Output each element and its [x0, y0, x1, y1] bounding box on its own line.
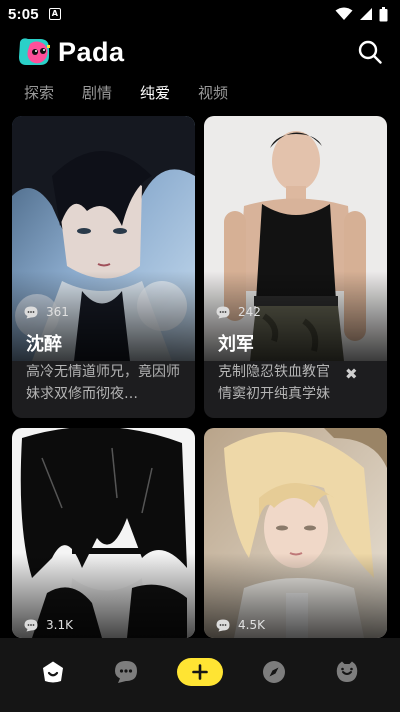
character-card[interactable]: 3.1K [12, 428, 195, 638]
dismiss-icon[interactable]: ✖ [345, 365, 358, 383]
chat-count: 361 [24, 305, 69, 319]
nav-home[interactable] [29, 652, 77, 692]
plus-icon [192, 664, 208, 680]
character-card[interactable]: 242 刘军 克制隐忍铁血教官 情窦初开纯真学妹 ✖ [204, 116, 387, 418]
nav-discover[interactable] [250, 652, 298, 692]
home-icon [42, 661, 63, 683]
status-icons [335, 6, 388, 22]
compass-icon [262, 661, 285, 683]
character-description: 克制隐忍铁血教官 情窦初开纯真学妹 [218, 364, 330, 402]
profile-icon [336, 661, 358, 682]
app-logo: Pada [16, 36, 125, 68]
status-bar: 5:05 A [0, 0, 400, 28]
notification-icon: A [48, 8, 61, 20]
create-button[interactable] [176, 658, 223, 686]
tab-explore[interactable]: 探索 [24, 82, 54, 103]
chat-count-value: 242 [238, 305, 261, 319]
battery-icon [379, 6, 388, 21]
tab-video[interactable]: 视频 [198, 82, 228, 103]
chat-count: 242 [216, 305, 261, 319]
tab-pure-love[interactable]: 纯爱 [140, 82, 170, 103]
bottom-nav [0, 638, 400, 712]
character-name: 沈醉 [26, 334, 62, 355]
chat-count-value: 4.5K [238, 618, 265, 632]
tab-story[interactable]: 剧情 [82, 82, 112, 103]
status-time: 5:05 [8, 5, 39, 23]
cellular-signal-icon [360, 8, 372, 20]
chat-count-value: 361 [46, 305, 69, 319]
app-name: Pada [58, 36, 125, 67]
app-bar: Pada [0, 30, 400, 74]
category-tabs: 探索 剧情 纯爱 视频 [0, 78, 400, 106]
chat-bubble-icon [24, 306, 38, 318]
chat-count: 4.5K [216, 618, 265, 632]
chat-count: 3.1K [24, 618, 73, 632]
wifi-icon [335, 7, 353, 20]
character-description: 高冷无情道师兄，竟因师妹求双修而彻夜… [26, 364, 180, 402]
nav-chat[interactable] [102, 652, 150, 692]
chat-icon [115, 661, 138, 683]
character-card[interactable]: 361 沈醉 高冷无情道师兄，竟因师妹求双修而彻夜… [12, 116, 195, 418]
chat-bubble-icon [216, 306, 230, 318]
pada-logo-icon [19, 38, 50, 65]
character-card[interactable]: 4.5K [204, 428, 387, 638]
character-name: 刘军 [218, 334, 254, 355]
chat-bubble-icon [216, 619, 230, 631]
search-icon [358, 40, 382, 64]
nav-profile[interactable] [323, 652, 371, 692]
chat-count-value: 3.1K [46, 618, 73, 632]
nav-create[interactable] [176, 652, 224, 692]
search-button[interactable] [356, 38, 384, 66]
chat-bubble-icon [24, 619, 38, 631]
